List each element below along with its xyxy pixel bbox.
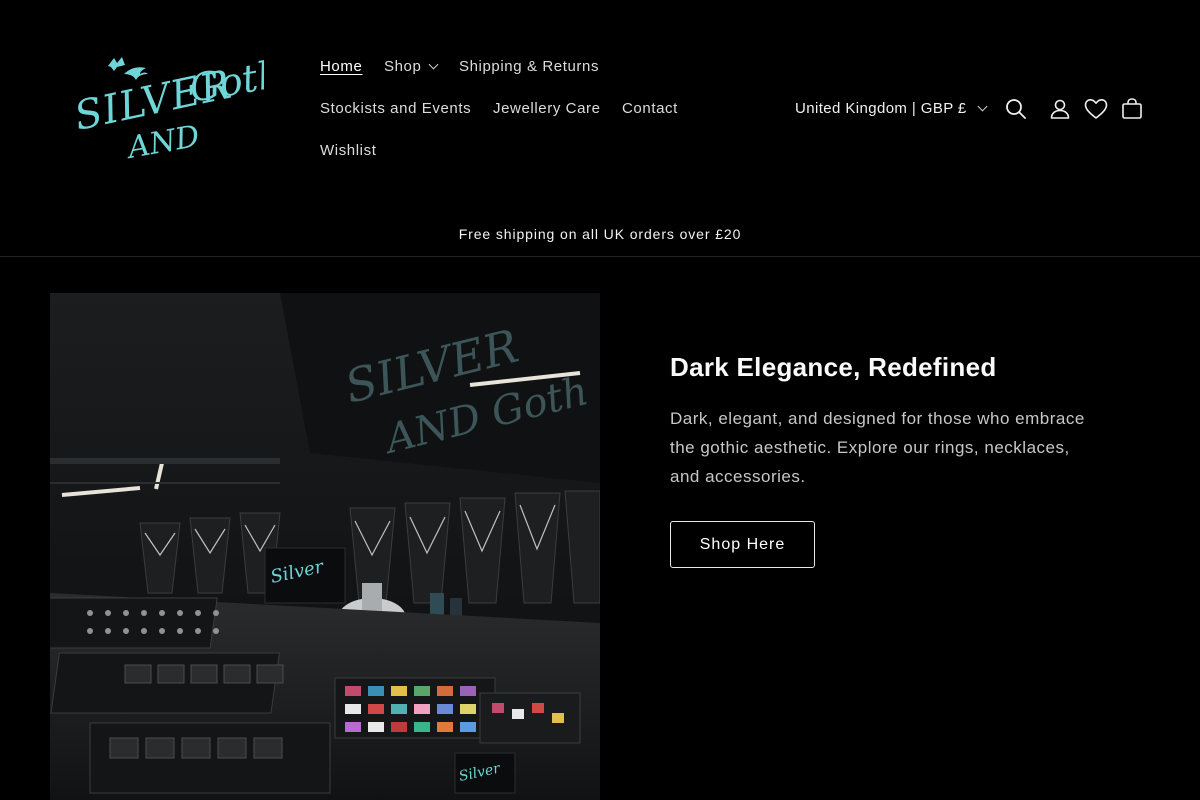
chevron-down-icon — [428, 59, 439, 70]
region-selector[interactable]: United Kingdom | GBP £ — [795, 100, 988, 117]
hero-heading: Dark Elegance, Redefined — [670, 352, 997, 382]
nav-stockists-events[interactable]: Stockists and Events — [320, 100, 471, 117]
nav-shop-label: Shop — [384, 58, 422, 75]
nav-wishlist[interactable]: Wishlist — [320, 142, 376, 159]
site-header: SILVER Goth AND Home Shop Shipping & Ret… — [0, 0, 1200, 257]
nav-shipping-returns[interactable]: Shipping & Returns — [459, 58, 599, 75]
chevron-down-icon — [977, 101, 988, 112]
region-label: United Kingdom | GBP £ — [795, 100, 967, 117]
search-icon[interactable] — [1003, 96, 1029, 122]
heart-icon[interactable] — [1083, 96, 1109, 122]
shop-here-button[interactable]: Shop Here — [670, 521, 815, 568]
nav-contact[interactable]: Contact — [622, 100, 678, 117]
announcement-bar: Free shipping on all UK orders over £20 — [458, 226, 742, 242]
cart-icon[interactable] — [1119, 96, 1145, 122]
header-divider — [0, 256, 1200, 257]
nav-home[interactable]: Home — [320, 58, 362, 75]
hero-description: Dark, elegant, and designed for those wh… — [670, 409, 1085, 486]
hero-image: SILVER AND Goth Silver Silver — [50, 293, 600, 800]
brand-logo[interactable]: SILVER Goth AND — [71, 51, 286, 168]
svg-text:Goth: Goth — [186, 52, 264, 111]
nav-shop[interactable]: Shop — [384, 58, 439, 75]
account-icon[interactable] — [1047, 96, 1073, 122]
nav-jewellery-care[interactable]: Jewellery Care — [493, 100, 601, 117]
